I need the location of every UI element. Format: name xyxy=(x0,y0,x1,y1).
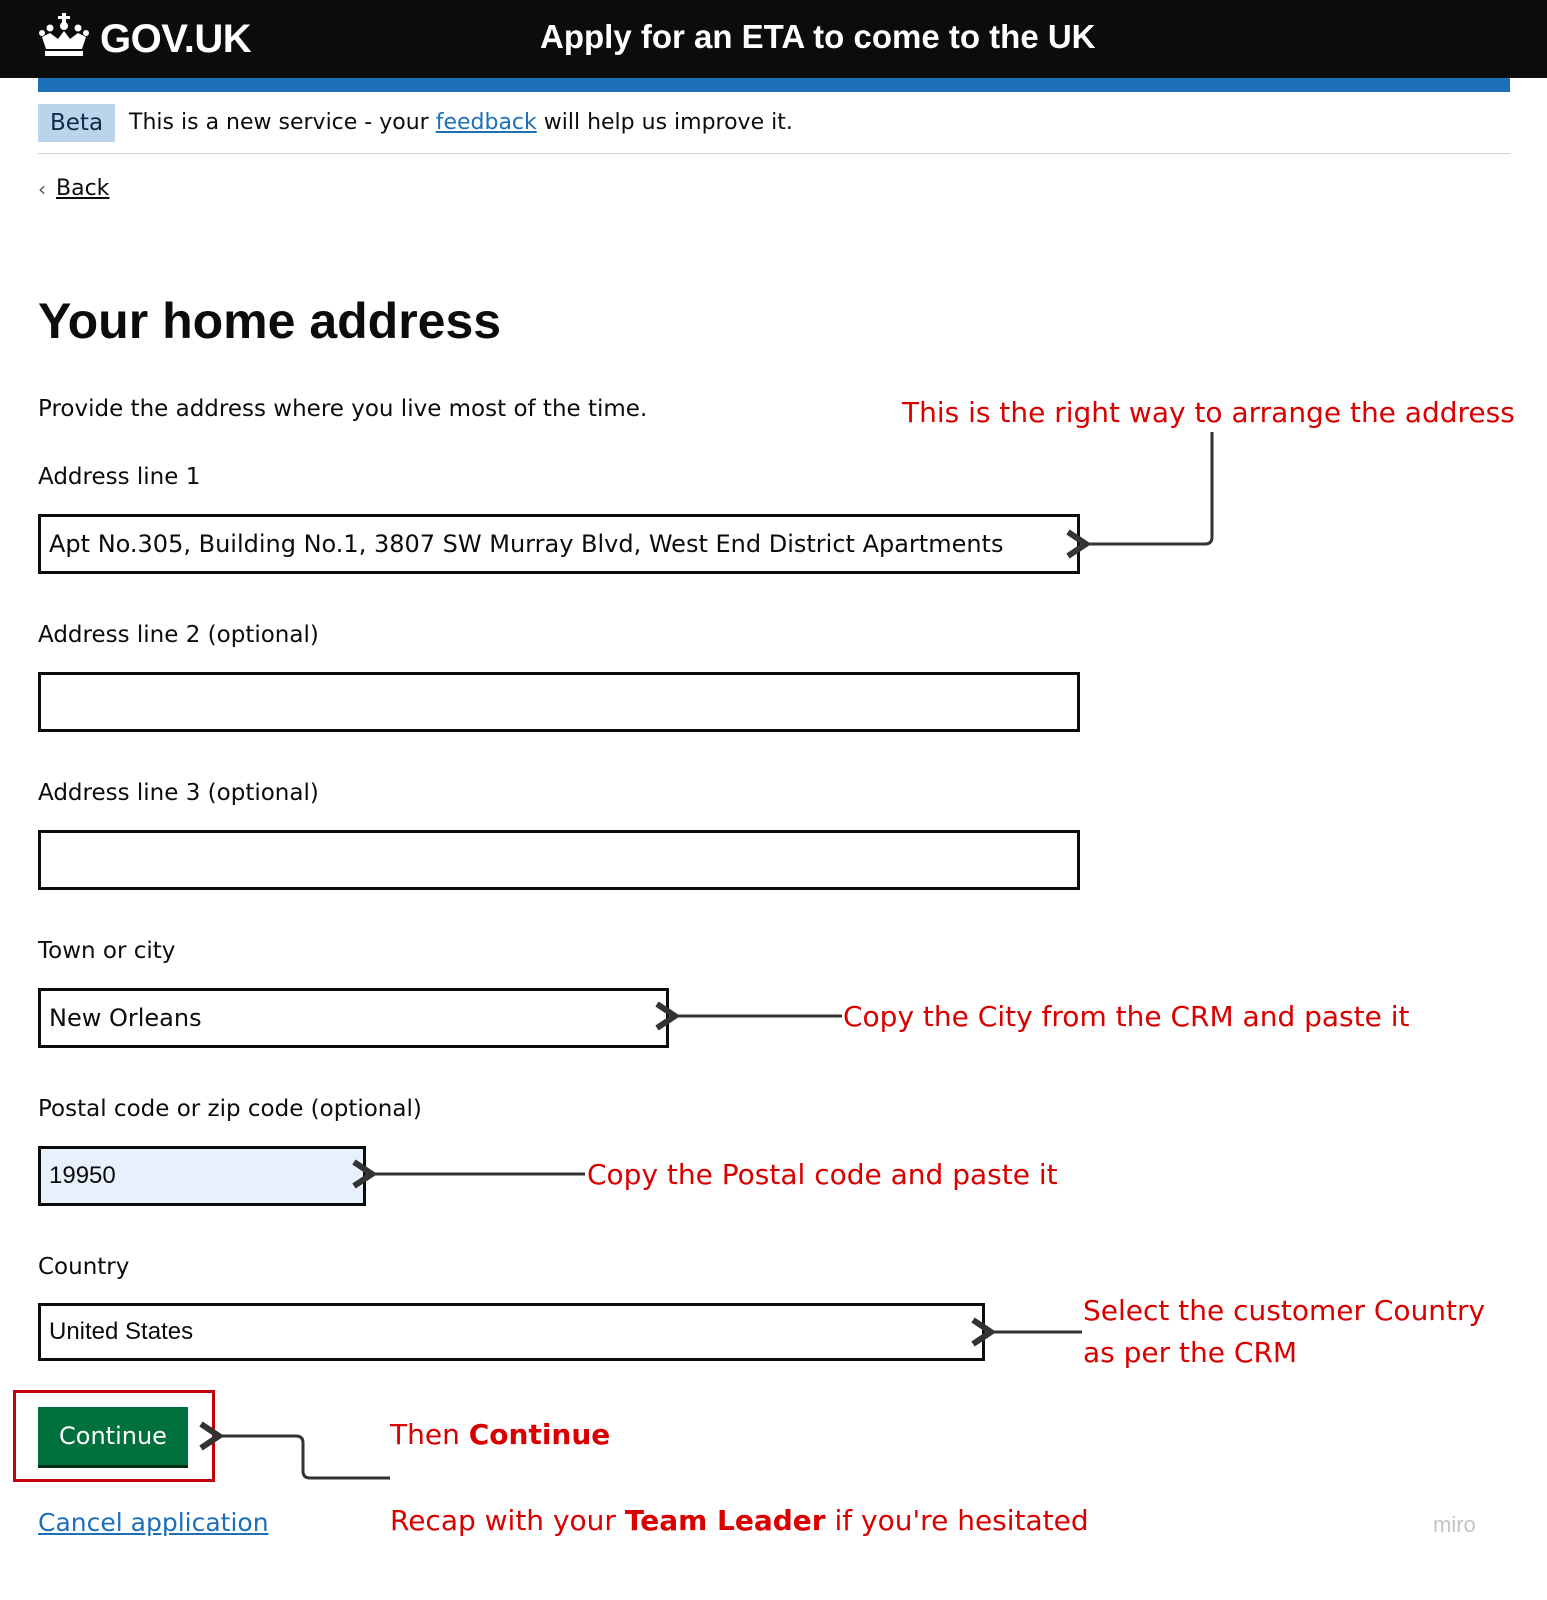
service-name[interactable]: Apply for an ETA to come to the UK xyxy=(540,18,1096,56)
country-select[interactable]: United States xyxy=(38,1303,985,1361)
govuk-logo-link[interactable]: GOV.UK xyxy=(38,11,252,67)
annotation-recap-prefix: Recap with your xyxy=(390,1504,625,1537)
address-line-2-label: Address line 2 (optional) xyxy=(38,622,319,648)
phase-banner: Beta This is a new service - your feedba… xyxy=(38,104,1510,154)
feedback-link[interactable]: feedback xyxy=(436,110,537,135)
annotation-country: Select the customer Country as per the C… xyxy=(1083,1290,1485,1374)
crown-icon xyxy=(38,11,90,67)
postcode-input[interactable]: 19950 xyxy=(38,1146,366,1206)
phase-banner-text: This is a new service - your feedback wi… xyxy=(129,104,793,142)
beta-tag: Beta xyxy=(38,104,116,142)
annotation-postcode: Copy the Postal code and paste it xyxy=(587,1158,1058,1191)
annotation-recap-bold: Team Leader xyxy=(624,1504,826,1537)
annotation-recap: Recap with your Team Leader if you're he… xyxy=(390,1500,1089,1542)
town-input[interactable]: New Orleans xyxy=(38,988,669,1048)
page-hint: Provide the address where you live most … xyxy=(38,396,648,422)
annotation-country-line2: as per the CRM xyxy=(1083,1336,1298,1369)
annotation-continue: Then Continue xyxy=(390,1414,610,1456)
address-line-1-label: Address line 1 xyxy=(38,464,201,490)
address-line-3-input[interactable] xyxy=(38,830,1080,890)
continue-button[interactable]: Continue xyxy=(38,1407,188,1465)
country-label: Country xyxy=(38,1254,130,1280)
header-blue-bar xyxy=(38,78,1510,92)
govuk-header: GOV.UK Apply for an ETA to come to the U… xyxy=(0,0,1547,78)
annotation-continue-prefix: Then xyxy=(390,1418,469,1451)
miro-watermark: miro xyxy=(1433,1512,1476,1537)
address-line-1-input[interactable]: Apt No.305, Building No.1, 3807 SW Murra… xyxy=(38,514,1080,574)
annotation-country-line1: Select the customer Country xyxy=(1083,1294,1486,1327)
annotation-continue-bold: Continue xyxy=(468,1418,611,1451)
address-line-2-input[interactable] xyxy=(38,672,1080,732)
page-title: Your home address xyxy=(38,293,502,349)
postcode-label: Postal code or zip code (optional) xyxy=(38,1096,422,1122)
arrow-continue xyxy=(199,1421,390,1480)
page: GOV.UK Apply for an ETA to come to the U… xyxy=(0,0,1547,1600)
annotation-recap-suffix: if you're hesitated xyxy=(825,1504,1089,1537)
back-link[interactable]: ‹ Back xyxy=(38,176,109,201)
town-label: Town or city xyxy=(38,938,176,964)
phase-text-before: This is a new service - your xyxy=(129,110,436,135)
govuk-logo-text: GOV.UK xyxy=(100,16,252,61)
phase-text-after: will help us improve it. xyxy=(536,110,793,135)
annotation-address: This is the right way to arrange the add… xyxy=(902,396,1515,429)
back-link-label: Back xyxy=(56,176,110,201)
chevron-left-icon: ‹ xyxy=(38,176,46,201)
annotation-city: Copy the City from the CRM and paste it xyxy=(843,1000,1410,1033)
arrow-address xyxy=(1066,432,1214,559)
address-line-3-label: Address line 3 (optional) xyxy=(38,780,319,806)
cancel-application-link[interactable]: Cancel application xyxy=(38,1508,269,1537)
